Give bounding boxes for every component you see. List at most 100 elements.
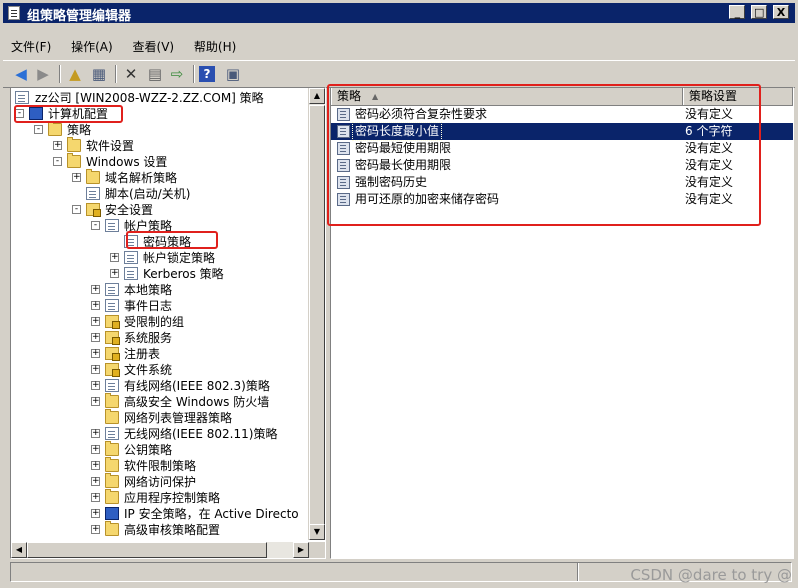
expand-icon[interactable]: + xyxy=(91,285,100,294)
expand-icon[interactable]: + xyxy=(53,141,62,150)
policy-row[interactable]: 密码必须符合复杂性要求 没有定义 xyxy=(331,106,793,123)
maximize-button[interactable]: □ xyxy=(751,5,768,19)
show-hide-tree-icon[interactable]: ▦ xyxy=(89,64,109,84)
collapse-icon[interactable]: - xyxy=(34,125,43,134)
expand-icon[interactable]: + xyxy=(91,301,100,310)
export-icon[interactable]: ⇨ xyxy=(167,64,187,84)
expand-icon[interactable]: + xyxy=(91,445,100,454)
column-header-policy[interactable]: 策略 ▲ xyxy=(331,88,683,105)
toolbar: ◀ ▶ ▲ ▦ ✕ ▤ ⇨ ? ▣ xyxy=(3,60,795,88)
scroll-right-arrow-icon[interactable]: ▶ xyxy=(293,542,309,558)
policy-icon xyxy=(105,299,119,312)
up-folder-icon[interactable]: ▲ xyxy=(65,64,85,84)
policy-setting-icon xyxy=(337,125,350,138)
scroll-thumb[interactable] xyxy=(27,542,267,558)
expand-icon[interactable]: + xyxy=(91,333,100,342)
folder-icon xyxy=(105,441,119,456)
scrollbar-corner xyxy=(309,542,325,558)
policy-setting-value: 没有定义 xyxy=(685,175,734,189)
policy-setting-value: 没有定义 xyxy=(685,158,734,172)
properties-icon[interactable]: ▤ xyxy=(145,64,165,84)
expand-icon[interactable]: + xyxy=(72,173,81,182)
expand-icon[interactable]: + xyxy=(91,365,100,374)
delete-icon[interactable]: ✕ xyxy=(121,64,141,84)
back-icon[interactable]: ◀ xyxy=(11,64,31,84)
policy-icon xyxy=(124,235,138,248)
policy-setting-value: 没有定义 xyxy=(685,141,734,155)
collapse-icon[interactable]: - xyxy=(91,221,100,230)
console-icon[interactable]: ▣ xyxy=(223,64,243,84)
tree-item-label: 应用程序控制策略 xyxy=(124,491,221,505)
expand-icon[interactable]: + xyxy=(91,349,100,358)
expand-icon[interactable]: + xyxy=(91,397,100,406)
tree-horizontal-scrollbar[interactable]: ◀ ▶ xyxy=(11,542,309,558)
menu-file[interactable]: 文件(F) xyxy=(3,36,59,57)
expand-icon[interactable]: + xyxy=(91,477,100,486)
tree-item-label: 脚本(启动/关机) xyxy=(105,187,191,201)
close-button[interactable]: X xyxy=(773,5,789,19)
policy-row[interactable]: 密码长度最小值 6 个字符 xyxy=(331,122,793,141)
gpo-editor-window: 组策略管理编辑器 _ □ X 文件(F) 操作(A) 查看(V) 帮助(H) ◀… xyxy=(0,0,798,588)
policy-row[interactable]: 用可还原的加密来储存密码 没有定义 xyxy=(331,191,793,208)
tree-item-label: 公钥策略 xyxy=(124,443,173,457)
expand-icon[interactable]: + xyxy=(91,381,100,390)
folder-icon xyxy=(86,169,100,184)
expand-icon[interactable]: + xyxy=(91,317,100,326)
window-title: 组策略管理编辑器 xyxy=(27,9,132,24)
minimize-button[interactable]: _ xyxy=(729,5,746,19)
folder-icon xyxy=(105,457,119,472)
policy-setting-icon xyxy=(337,108,350,121)
folder-icon xyxy=(105,521,119,536)
menu-action[interactable]: 操作(A) xyxy=(63,36,121,57)
policy-icon xyxy=(105,283,119,296)
tree-item-label: 安全设置 xyxy=(105,203,154,217)
policy-icon xyxy=(105,427,119,440)
policy-name: 强制密码历史 xyxy=(355,175,428,189)
forward-icon[interactable]: ▶ xyxy=(33,64,53,84)
tree-item-label: 注册表 xyxy=(124,347,161,361)
expand-icon[interactable]: + xyxy=(110,269,119,278)
tree-item-label: 高级安全 Windows 防火墙 xyxy=(124,395,270,409)
tree-item-label: 软件设置 xyxy=(86,139,135,153)
folder-icon xyxy=(67,153,81,168)
menu-view[interactable]: 查看(V) xyxy=(125,36,183,57)
tree-item-label: 帐户锁定策略 xyxy=(143,251,216,265)
policy-name: 密码长度最小值 xyxy=(351,122,443,141)
expand-icon[interactable]: + xyxy=(91,525,100,534)
collapse-icon[interactable]: - xyxy=(15,109,24,118)
expand-icon[interactable]: + xyxy=(91,493,100,502)
policy-icon xyxy=(86,187,100,200)
scroll-thumb[interactable] xyxy=(309,105,325,535)
tree-item-label: 密码策略 xyxy=(143,235,192,249)
scroll-down-arrow-icon[interactable]: ▼ xyxy=(309,524,325,540)
scroll-left-arrow-icon[interactable]: ◀ xyxy=(11,542,27,558)
help-icon[interactable]: ? xyxy=(199,66,215,82)
tree-item-label: 计算机配置 xyxy=(48,107,109,121)
menu-help[interactable]: 帮助(H) xyxy=(186,36,244,57)
policy-setting-icon xyxy=(337,159,350,172)
policy-list-pane[interactable]: 策略 ▲ 策略设置 密码必须符合复杂性要求 没有定义 密码长度最小值 6 个字符密码最… xyxy=(330,87,794,559)
menu-bar: 文件(F) 操作(A) 查看(V) 帮助(H) xyxy=(3,36,244,56)
policy-row[interactable]: 强制密码历史 没有定义 xyxy=(331,174,793,191)
scroll-up-arrow-icon[interactable]: ▲ xyxy=(309,88,325,104)
policy-name: 密码最长使用期限 xyxy=(355,158,452,172)
policy-row[interactable]: 密码最短使用期限 没有定义 xyxy=(331,140,793,157)
tree-vertical-scrollbar[interactable]: ▲ ▼ xyxy=(308,88,325,540)
tree-item-label: 文件系统 xyxy=(124,363,173,377)
expand-icon[interactable]: + xyxy=(110,253,119,262)
computer-icon xyxy=(29,107,43,120)
sort-ascending-icon: ▲ xyxy=(372,92,379,101)
policy-row[interactable]: 密码最长使用期限 没有定义 xyxy=(331,157,793,174)
policy-setting-value: 6 个字符 xyxy=(685,124,733,138)
column-header-setting[interactable]: 策略设置 xyxy=(683,88,793,105)
toolbar-separator xyxy=(115,65,117,83)
computer-icon xyxy=(105,507,119,520)
policy-icon xyxy=(124,267,138,280)
expand-icon[interactable]: + xyxy=(91,461,100,470)
expand-icon[interactable]: + xyxy=(91,429,100,438)
expand-icon[interactable]: + xyxy=(91,509,100,518)
collapse-icon[interactable]: - xyxy=(72,205,81,214)
collapse-icon[interactable]: - xyxy=(53,157,62,166)
column-header-policy-label: 策略 xyxy=(337,89,362,103)
tree-pane[interactable]: zz公司 [WIN2008-WZZ-2.ZZ.COM] 策略 - 计算机配置 - 策略… xyxy=(10,87,326,559)
